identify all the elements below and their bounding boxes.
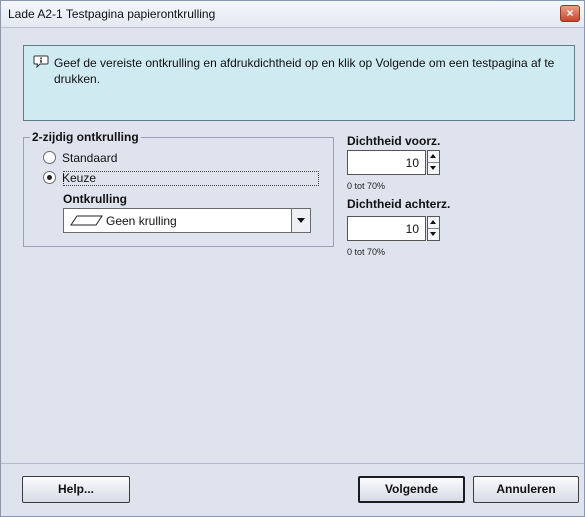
decrement-icon[interactable] — [428, 229, 439, 240]
window-title: Lade A2-1 Testpagina papierontkrulling — [8, 7, 216, 21]
radio-circle[interactable] — [43, 151, 56, 164]
density-back-input[interactable]: 10 — [347, 216, 426, 241]
chevron-down-icon[interactable] — [291, 209, 310, 232]
help-button[interactable]: Help... — [22, 476, 130, 503]
title-bar: Lade A2-1 Testpagina papierontkrulling × — [1, 1, 584, 28]
decurl-select-value: Geen krulling — [106, 214, 177, 228]
flat-paper-icon — [70, 215, 103, 226]
cancel-button[interactable]: Annuleren — [473, 476, 579, 503]
density-back-stepper[interactable]: 10 — [347, 216, 441, 241]
density-front-input[interactable]: 10 — [347, 150, 426, 175]
increment-icon[interactable] — [428, 151, 439, 163]
decurl-select[interactable]: Geen krulling — [63, 208, 311, 233]
duplex-decurl-legend: 2-zijdig ontkrulling — [30, 130, 141, 144]
radio-dot — [47, 175, 52, 180]
next-button[interactable]: Volgende — [358, 476, 465, 503]
close-button[interactable]: × — [560, 5, 580, 22]
info-panel: Geef de vereiste ontkrulling en afdrukdi… — [23, 45, 575, 121]
radio-label-keuze: Keuze — [62, 171, 97, 185]
close-icon: × — [566, 6, 574, 20]
increment-icon[interactable] — [428, 217, 439, 229]
density-front-spin-buttons[interactable] — [427, 150, 440, 175]
density-front-range: 0 tot 70% — [347, 181, 386, 191]
density-back-range: 0 tot 70% — [347, 247, 386, 257]
radio-circle-selected[interactable] — [43, 171, 56, 184]
speech-bubble-info-icon — [33, 55, 49, 68]
density-back-value: 10 — [405, 222, 419, 236]
decurl-label: Ontkrulling — [63, 192, 127, 206]
dialog-window: Lade A2-1 Testpagina papierontkrulling ×… — [0, 0, 585, 517]
density-back-label: Dichtheid achterz. — [347, 197, 451, 211]
decrement-icon[interactable] — [428, 163, 439, 174]
radio-standaard[interactable]: Standaard — [43, 151, 163, 167]
density-back-spin-buttons[interactable] — [427, 216, 440, 241]
info-text: Geef de vereiste ontkrulling en afdrukdi… — [54, 56, 555, 86]
density-front-stepper[interactable]: 10 — [347, 150, 441, 175]
density-front-label: Dichtheid voorz. — [347, 134, 441, 148]
radio-keuze[interactable]: Keuze — [43, 171, 163, 187]
density-front-value: 10 — [405, 156, 419, 170]
radio-label-standaard: Standaard — [62, 151, 118, 165]
footer-divider — [1, 463, 584, 464]
